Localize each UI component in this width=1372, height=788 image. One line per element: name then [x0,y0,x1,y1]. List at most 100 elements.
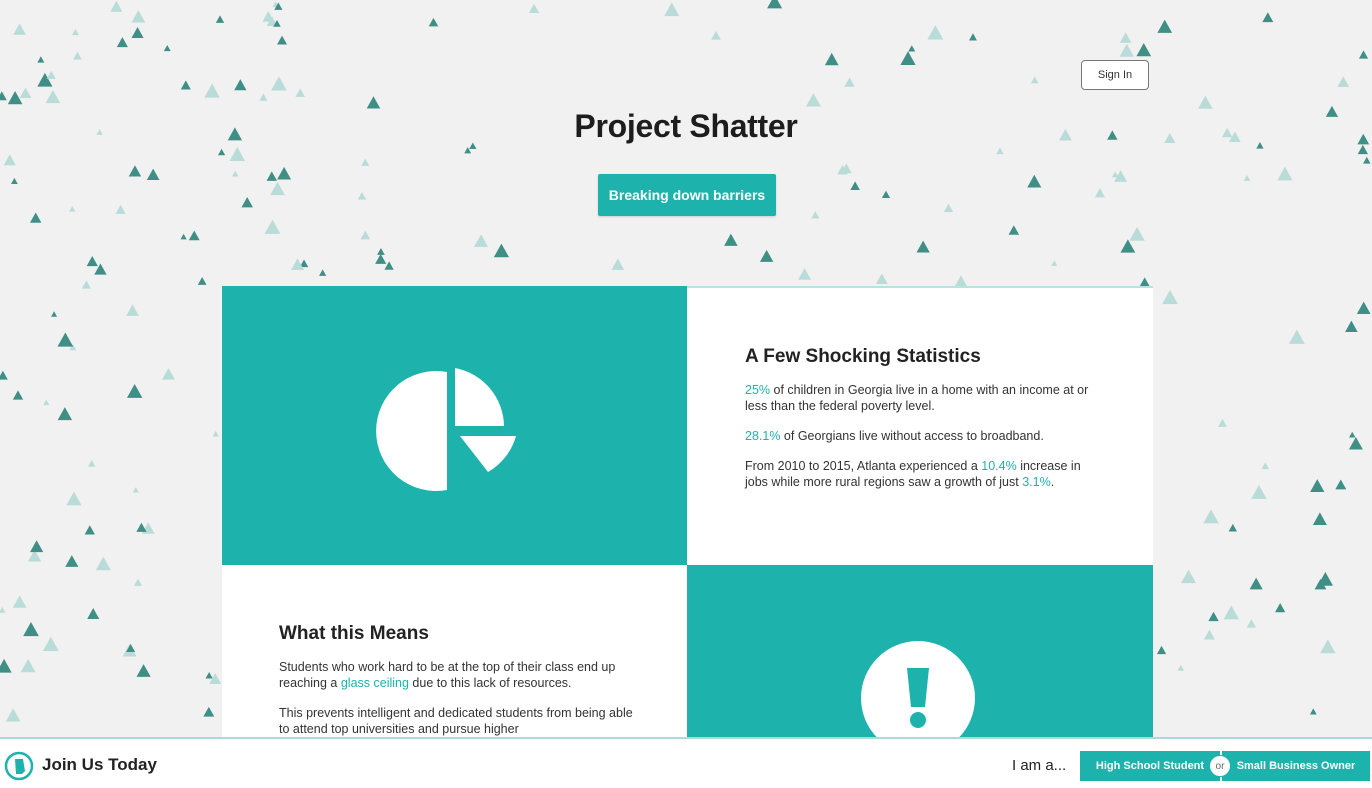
background-triangle [136,522,147,532]
background-triangle [996,147,1004,155]
background-triangle [57,332,74,347]
background-triangle [811,211,820,219]
stat-text: of children in Georgia live in a home wi… [745,383,1089,413]
background-triangle [1357,144,1369,155]
meaning-paragraph: This prevents intelligent and dedicated … [279,706,633,736]
background-triangle [84,525,95,535]
background-triangle [5,708,21,722]
background-triangle [87,608,100,619]
background-triangle [81,280,91,289]
sign-in-button[interactable]: Sign In [1081,60,1149,90]
background-triangle [180,233,187,240]
background-triangle [162,368,175,380]
background-triangle [1156,645,1167,655]
page-title: Project Shatter [574,108,798,144]
background-triangle [3,154,16,166]
stat-text: From 2010 to 2015, Atlanta experienced a [745,459,982,473]
stat-item: 25% of children in Georgia live in a hom… [745,382,1095,414]
background-triangle [69,205,76,212]
background-triangle [1030,76,1039,84]
background-triangle [116,37,128,48]
background-triangle [1317,571,1333,586]
background-triangle [136,664,151,677]
statistics-heading: A Few Shocking Statistics [745,346,981,367]
background-triangle [241,197,253,208]
background-triangle [131,27,144,38]
background-triangle [204,83,220,98]
background-triangle [1309,708,1317,715]
background-triangle [844,77,855,87]
background-triangle [968,33,977,41]
background-triangle [1345,320,1358,332]
alert-panel [687,565,1153,740]
statistics-content: A Few Shocking Statistics 25% of childre… [745,346,1095,504]
background-triangle [360,230,371,240]
background-triangle [1157,19,1173,33]
background-triangle [1218,418,1227,427]
background-triangle [1228,523,1237,532]
join-us-label: Join Us Today [42,755,157,774]
background-triangle [1136,42,1152,57]
background-triangle [13,23,26,35]
stat-highlight: 28.1% [745,429,781,443]
background-triangle [57,407,73,421]
small-business-owner-button[interactable]: Small Business Owner [1222,751,1370,781]
background-triangle [0,91,7,101]
background-triangle [1348,436,1363,450]
background-triangle [357,191,367,200]
background-triangle [11,177,18,184]
background-triangle [711,31,721,40]
background-triangle [916,240,930,253]
background-triangle [0,658,12,673]
background-triangle [51,311,58,317]
background-triangle [128,165,142,177]
stat-text: . [1050,475,1055,489]
background-triangle [1251,485,1267,499]
background-triangle [611,258,625,270]
background-triangle [37,56,45,63]
background-triangle [1027,174,1042,188]
tagline-button[interactable]: Breaking down barriers [598,174,776,216]
background-triangle [203,706,215,717]
pie-chart-icon [376,368,516,491]
background-triangle [30,540,44,553]
exclamation-dot [910,712,926,728]
background-triangle [277,166,292,180]
background-triangle [1162,289,1178,305]
background-triangle [1119,43,1134,57]
stat-text: of Georgians live without access to broa… [780,429,1044,443]
background-triangle [86,256,98,267]
background-triangle [1223,605,1240,620]
background-triangle [1203,509,1219,524]
meaning-content: What this Means Students who work hard t… [279,623,639,751]
high-school-student-button[interactable]: High School Student [1080,751,1220,781]
background-triangle [205,672,213,679]
background-triangle [319,269,327,276]
background-triangle [1356,301,1371,314]
background-triangle [1335,479,1347,490]
background-triangle [806,93,821,107]
background-triangle [824,52,839,66]
pie-slice-top [455,368,504,426]
background-triangle [197,277,207,285]
background-triangle [1177,664,1185,671]
background-triangle [88,460,96,467]
background-triangle [1277,166,1293,181]
stat-highlight: 3.1% [1022,475,1051,489]
background-triangle [132,487,139,493]
background-triangle [115,204,126,214]
glass-ceiling-link[interactable]: glass ceiling [341,676,409,690]
background-triangle [1139,277,1150,287]
background-triangle [900,51,916,66]
background-triangle [927,25,944,40]
statistics-panel: A Few Shocking Statistics 25% of childre… [687,286,1153,565]
background-triangle [1203,629,1215,640]
background-triangle [366,96,381,109]
background-triangle [95,556,111,571]
background-triangle [12,390,24,400]
background-triangle [20,658,36,673]
background-triangle [0,370,8,380]
background-triangle [1337,76,1350,87]
background-triangle [1363,156,1371,164]
background-triangle [375,253,387,264]
